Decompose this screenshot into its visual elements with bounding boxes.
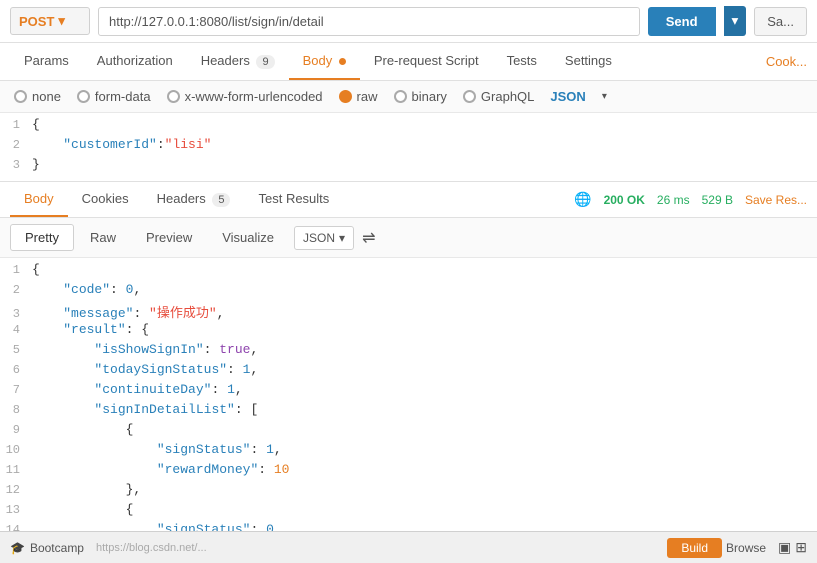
headers-badge: 9 [256, 55, 274, 69]
response-section: Body Cookies Headers 5 Test Results 🌐 20… [0, 182, 817, 531]
method-label: POST [19, 14, 54, 29]
req-line-2: 2 "customerId":"lisi" [0, 137, 817, 157]
resp-json-arrow: ▾ [339, 231, 345, 245]
opt-form-data-label: form-data [95, 89, 151, 104]
radio-none [14, 90, 27, 103]
sub-tab-pretty[interactable]: Pretty [10, 224, 74, 251]
url-watermark: https://blog.csdn.net/... [96, 542, 207, 554]
browse-button[interactable]: Browse [726, 541, 766, 555]
sub-tab-raw[interactable]: Raw [76, 225, 130, 250]
body-dot [339, 58, 346, 65]
resp-headers-badge: 5 [212, 193, 230, 207]
radio-graphql [463, 90, 476, 103]
resp-line-13: 13 { [0, 502, 817, 522]
save-response-button[interactable]: Save Res... [745, 193, 807, 207]
top-bar: POST ▾ Send ▾ Sa... [0, 0, 817, 43]
tab-headers[interactable]: Headers 9 [187, 43, 289, 80]
radio-binary [394, 90, 407, 103]
response-sub-tabs: Pretty Raw Preview Visualize JSON ▾ ⇌ [0, 218, 817, 258]
send-button[interactable]: Send [648, 7, 716, 36]
req-line-1: 1 { [0, 117, 817, 137]
bootcamp-button[interactable]: 🎓 Bootcamp [10, 541, 84, 555]
status-time: 26 ms [657, 193, 690, 207]
resp-line-10: 10 "signStatus": 1, [0, 442, 817, 462]
radio-form-data [77, 90, 90, 103]
json-dropdown-arrow[interactable]: ▾ [602, 91, 607, 102]
opt-none-label: none [32, 89, 61, 104]
resp-tab-test-results[interactable]: Test Results [244, 182, 343, 217]
tab-settings[interactable]: Settings [551, 43, 626, 80]
send-dropdown-button[interactable]: ▾ [724, 6, 747, 36]
bootcamp-label: Bootcamp [30, 541, 84, 555]
status-code: 200 OK [604, 193, 645, 207]
resp-json-label: JSON [303, 231, 335, 245]
resp-json-selector[interactable]: JSON ▾ [294, 226, 354, 250]
opt-raw-label: raw [357, 89, 378, 104]
resp-line-11: 11 "rewardMoney": 10 [0, 462, 817, 482]
resp-line-14: 14 "signStatus": 0, [0, 522, 817, 531]
method-dropdown-icon: ▾ [58, 13, 65, 29]
sub-tab-preview[interactable]: Preview [132, 225, 206, 250]
resp-line-12: 12 }, [0, 482, 817, 502]
tab-tests[interactable]: Tests [493, 43, 551, 80]
layout-icon-1[interactable]: ▣ [778, 539, 791, 556]
opt-binary-label: binary [412, 89, 447, 104]
tab-pre-request[interactable]: Pre-request Script [360, 43, 493, 80]
method-selector[interactable]: POST ▾ [10, 7, 90, 35]
tab-params[interactable]: Params [10, 43, 83, 80]
resp-line-3: 3 "message": "操作成功", [0, 302, 817, 322]
opt-raw[interactable]: raw [339, 89, 378, 104]
opt-graphql-label: GraphQL [481, 89, 534, 104]
bootcamp-icon: 🎓 [10, 541, 25, 555]
response-status: 🌐 200 OK 26 ms 529 B Save Res... [574, 191, 807, 208]
url-input[interactable] [98, 7, 640, 36]
resp-line-5: 5 "isShowSignIn": true, [0, 342, 817, 362]
bottom-bar: 🎓 Bootcamp https://blog.csdn.net/... Bui… [0, 531, 817, 563]
status-size: 529 B [702, 193, 733, 207]
cookies-link[interactable]: Cook... [766, 54, 807, 69]
resp-line-7: 7 "continuiteDay": 1, [0, 382, 817, 402]
sub-tab-visualize[interactable]: Visualize [208, 225, 288, 250]
tab-authorization[interactable]: Authorization [83, 43, 187, 80]
radio-raw [339, 90, 352, 103]
json-type-selector[interactable]: JSON [550, 89, 585, 104]
resp-line-2: 2 "code": 0, [0, 282, 817, 302]
opt-x-www-label: x-www-form-urlencoded [185, 89, 323, 104]
resp-tab-cookies[interactable]: Cookies [68, 182, 143, 217]
resp-line-6: 6 "todaySignStatus": 1, [0, 362, 817, 382]
resp-tab-body[interactable]: Body [10, 182, 68, 217]
opt-binary[interactable]: binary [394, 89, 447, 104]
resp-line-8: 8 "signInDetailList": [ [0, 402, 817, 422]
wrap-icon[interactable]: ⇌ [362, 228, 375, 248]
opt-form-data[interactable]: form-data [77, 89, 151, 104]
body-options: none form-data x-www-form-urlencoded raw… [0, 81, 817, 113]
opt-x-www[interactable]: x-www-form-urlencoded [167, 89, 323, 104]
resp-line-4: 4 "result": { [0, 322, 817, 342]
response-tabs-bar: Body Cookies Headers 5 Test Results 🌐 20… [0, 182, 817, 218]
save-button[interactable]: Sa... [754, 7, 807, 36]
layout-icon-2[interactable]: ⊞ [795, 539, 807, 556]
tab-body[interactable]: Body [289, 43, 360, 80]
opt-none[interactable]: none [14, 89, 61, 104]
response-body: 1 { 2 "code": 0, 3 "message": "操作成功", 4 … [0, 258, 817, 531]
request-body-editor[interactable]: 1 { 2 "customerId":"lisi" 3 } [0, 113, 817, 182]
globe-icon: 🌐 [574, 191, 591, 208]
opt-graphql[interactable]: GraphQL [463, 89, 534, 104]
resp-line-9: 9 { [0, 422, 817, 442]
resp-tab-headers[interactable]: Headers 5 [143, 182, 245, 217]
resp-line-1: 1 { [0, 262, 817, 282]
request-tabs: Params Authorization Headers 9 Body Pre-… [0, 43, 817, 81]
radio-x-www [167, 90, 180, 103]
build-button[interactable]: Build [667, 538, 722, 558]
req-line-3: 3 } [0, 157, 817, 177]
